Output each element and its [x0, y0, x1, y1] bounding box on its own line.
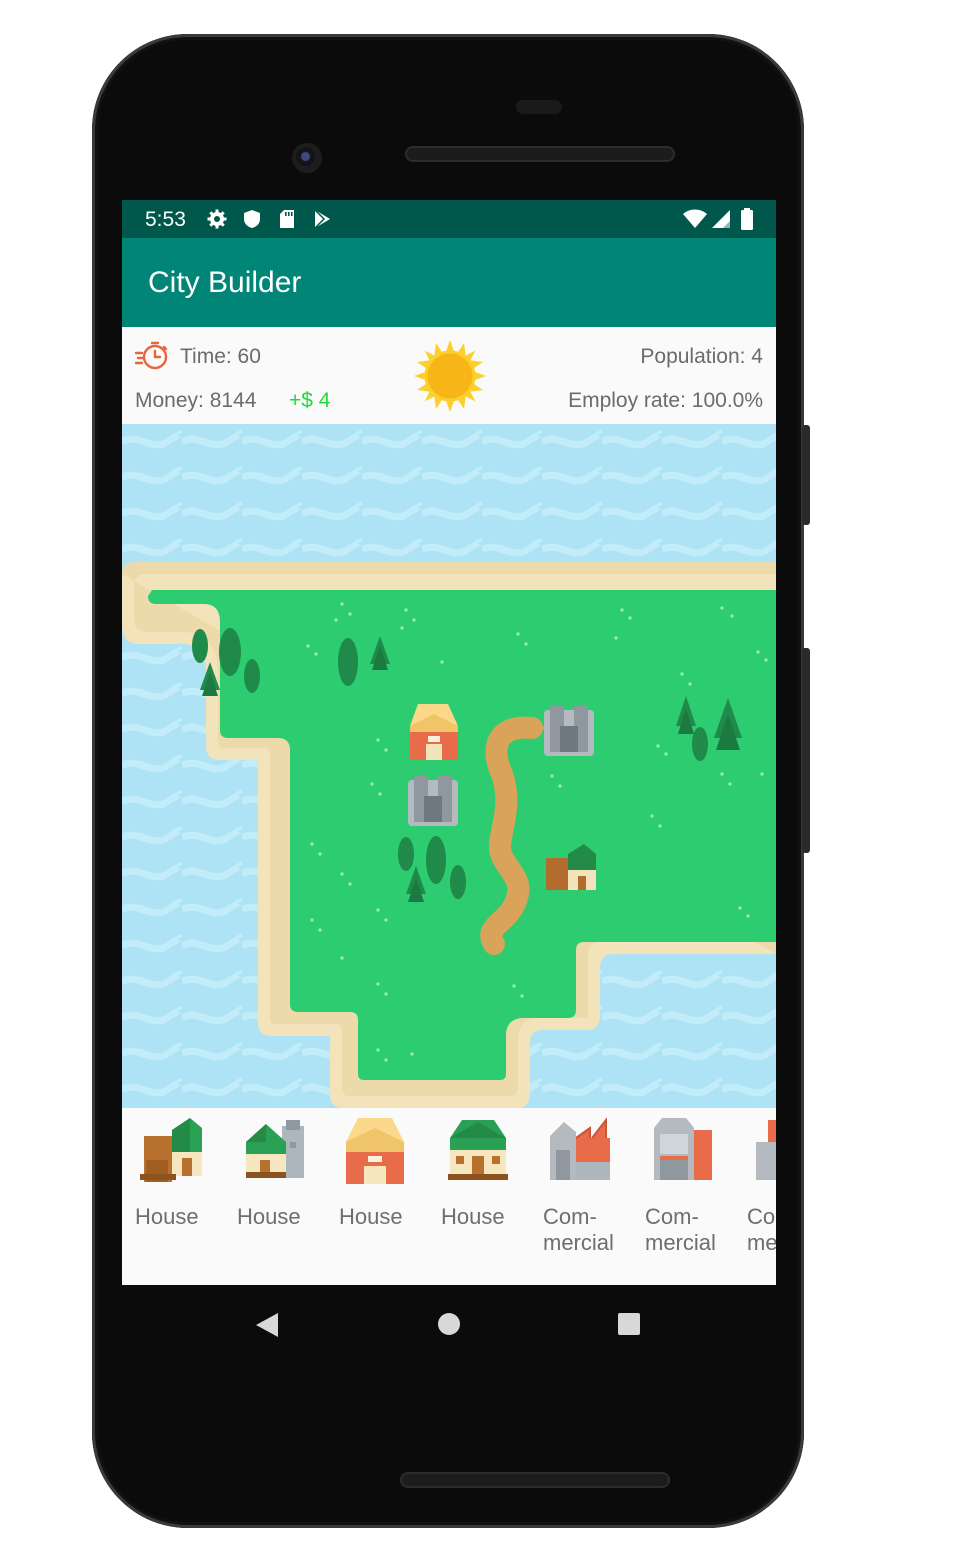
- recents-icon: [618, 1313, 640, 1335]
- top-speaker: [405, 146, 675, 162]
- wifi-icon: [682, 208, 708, 230]
- building-palette: House House House House Com- mercial Com…: [122, 1108, 776, 1285]
- house-yellow-roof-icon: [346, 1118, 404, 1184]
- palette-item-house-silo[interactable]: House: [224, 1112, 326, 1262]
- house-green-roof-icon: [448, 1120, 508, 1180]
- map-canvas[interactable]: [122, 424, 776, 1108]
- time-label: Time: 60: [180, 345, 261, 368]
- app-bar: City Builder: [122, 238, 776, 327]
- house-wood-icon: [140, 1118, 202, 1182]
- bottom-speaker: [400, 1472, 670, 1488]
- back-button[interactable]: [254, 1311, 280, 1344]
- status-bar: 5:53: [122, 200, 776, 238]
- game-map[interactable]: [122, 424, 776, 1108]
- status-time: 5:53: [145, 208, 186, 231]
- money-label: Money: 8144: [135, 389, 257, 412]
- commercial-garage-icon: [654, 1118, 712, 1180]
- map-commercial-grey: [408, 776, 458, 826]
- house-silo-icon: [246, 1120, 304, 1178]
- population-label: Population: 4: [640, 345, 763, 368]
- palette-item-house-yellow[interactable]: House: [326, 1112, 428, 1262]
- palette-label: Com- mercial: [747, 1204, 776, 1255]
- recents-button[interactable]: [618, 1313, 640, 1340]
- commercial-factory-icon: [550, 1117, 610, 1180]
- money-delta: +$ 4: [289, 389, 331, 412]
- map-commercial-grey-2: [544, 706, 594, 756]
- battery-icon: [736, 208, 758, 230]
- palette-item-commercial-garage[interactable]: Com- mercial: [632, 1112, 734, 1262]
- palette-label: Com- mercial: [645, 1204, 716, 1255]
- back-icon: [256, 1313, 278, 1337]
- employ-rate-label: Employ rate: 100.0%: [568, 389, 763, 412]
- palette-label: House: [135, 1204, 199, 1229]
- home-button[interactable]: [437, 1312, 461, 1341]
- volume-button: [802, 648, 810, 853]
- palette-item-house-green[interactable]: House: [428, 1112, 530, 1262]
- palette-item-commercial-tower[interactable]: Com- mercial: [734, 1112, 776, 1262]
- palette-label: House: [339, 1204, 403, 1229]
- palette-item-house-wood[interactable]: House: [122, 1112, 224, 1262]
- palette-label: House: [237, 1204, 301, 1229]
- gear-icon: [206, 208, 228, 230]
- earpiece: [516, 100, 562, 114]
- sd-card-icon: [276, 208, 298, 230]
- app-title: City Builder: [148, 266, 302, 299]
- signal-icon: [710, 208, 732, 230]
- device-screen: 5:53 City Builder Time: 60 Money: 8144 +…: [122, 200, 776, 1285]
- map-house-yellow-roof: [410, 704, 458, 760]
- commercial-tower-icon: [756, 1120, 776, 1180]
- power-button: [802, 425, 810, 525]
- front-camera-icon: [292, 143, 322, 173]
- shield-icon: [241, 208, 263, 230]
- stats-panel: Time: 60 Money: 8144 +$ 4 Population: 4 …: [122, 327, 776, 424]
- sun-icon: [414, 340, 486, 417]
- stopwatch-icon: [134, 341, 169, 376]
- palette-label: Com- mercial: [543, 1204, 614, 1255]
- palette-label: House: [441, 1204, 505, 1229]
- navigation-bar: [122, 1285, 776, 1365]
- play-store-icon: [311, 208, 333, 230]
- palette-item-commercial-factory[interactable]: Com- mercial: [530, 1112, 632, 1262]
- home-icon: [438, 1313, 460, 1335]
